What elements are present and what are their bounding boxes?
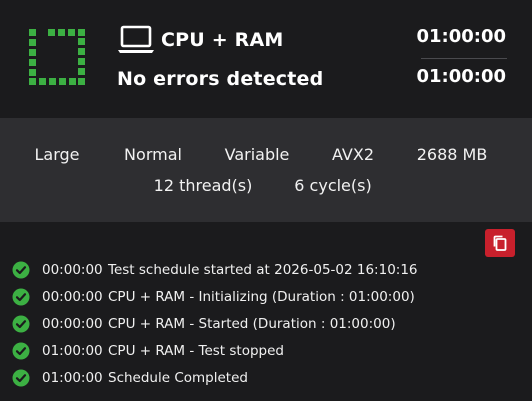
log-time: 01:00:00: [42, 343, 103, 359]
check-circle-icon: [12, 369, 30, 387]
param-size: Large: [34, 145, 80, 164]
check-circle-icon: [12, 315, 30, 333]
time-total: 01:00:00: [416, 66, 506, 87]
log-message: Schedule Completed: [108, 370, 248, 386]
log-message: CPU + RAM - Test stopped: [108, 343, 284, 359]
test-status-header: CPU + RAM No errors detected 01:00:00 01…: [0, 0, 532, 118]
log-time: 00:00:00: [42, 316, 103, 332]
check-circle-icon: [12, 342, 30, 360]
test-title-row: CPU + RAM: [117, 24, 284, 56]
test-status-text: No errors detected: [117, 68, 324, 90]
param-threads: 12 thread(s): [153, 176, 253, 195]
test-parameters-panel: Large Normal Variable AVX2 2688 MB 12 th…: [0, 118, 532, 222]
time-elapsed: 01:00:00: [416, 26, 506, 47]
progress-ring-icon: [29, 29, 85, 85]
app-window: CPU + RAM No errors detected 01:00:00 01…: [0, 0, 532, 401]
test-name: CPU + RAM: [161, 29, 284, 51]
check-circle-icon: [12, 288, 30, 306]
log-message: CPU + RAM - Started (Duration : 01:00:00…: [108, 316, 396, 332]
log-message: CPU + RAM - Initializing (Duration : 01:…: [108, 289, 415, 305]
log-time: 00:00:00: [42, 289, 103, 305]
log-message: Test schedule started at 2026-05-02 16:1…: [108, 262, 418, 278]
param-memory: 2688 MB: [416, 145, 488, 164]
param-pattern: Variable: [224, 145, 290, 164]
param-mode: Normal: [124, 145, 182, 164]
log-time: 01:00:00: [42, 370, 103, 386]
copy-icon: [493, 235, 507, 251]
param-cycles: 6 cycle(s): [294, 176, 372, 195]
time-divider: [421, 58, 507, 59]
log-time: 00:00:00: [42, 262, 103, 278]
copy-log-button[interactable]: [485, 229, 515, 257]
laptop-icon: [118, 25, 154, 53]
check-circle-icon: [12, 261, 30, 279]
param-instruction-set: AVX2: [331, 145, 375, 164]
